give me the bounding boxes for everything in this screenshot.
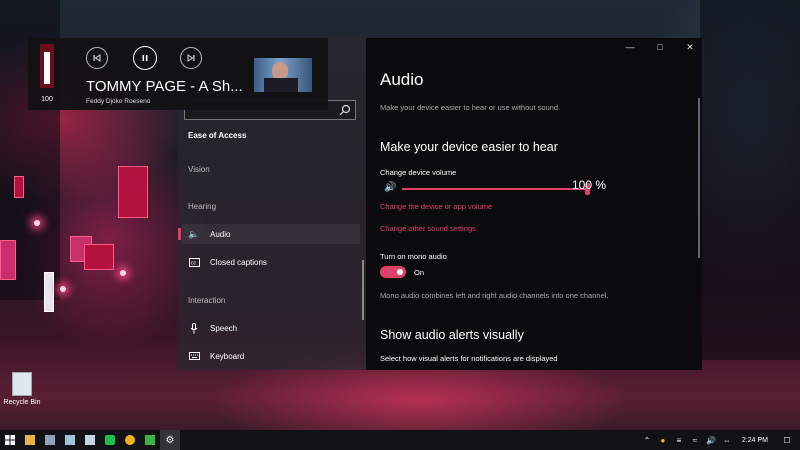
gear-icon: ⚙ xyxy=(165,434,175,446)
document-icon xyxy=(65,435,75,445)
play-pause-button[interactable] xyxy=(133,46,157,70)
nav-group-hearing: Hearing xyxy=(188,202,217,211)
folder-icon xyxy=(25,435,35,445)
mono-audio-label: Turn on mono audio xyxy=(380,252,447,261)
volume-tray-icon[interactable]: 🔊 xyxy=(706,436,716,445)
wallpaper-building xyxy=(700,0,800,360)
nav-section-title: Ease of Access xyxy=(188,131,247,140)
album-art-figure xyxy=(264,78,298,92)
app-taskbar-button[interactable] xyxy=(40,430,60,450)
nav-group-vision: Vision xyxy=(188,165,210,174)
mono-audio-toggle[interactable] xyxy=(380,266,406,278)
volume-value: 100 % xyxy=(572,178,607,192)
settings-content-pane: — □ ✕ Audio Make your device easier to h… xyxy=(366,38,702,370)
app-taskbar-button[interactable] xyxy=(60,430,80,450)
app-taskbar-button[interactable] xyxy=(80,430,100,450)
pause-icon xyxy=(142,55,148,61)
volume-label: Change device volume xyxy=(380,168,457,177)
wallpaper-lamp xyxy=(34,220,40,226)
settings-taskbar-button[interactable]: ⚙ xyxy=(160,430,180,450)
desktop-icon-recycle-bin[interactable]: Recycle Bin xyxy=(2,372,42,406)
nav-item-label: Audio xyxy=(210,229,231,239)
closed-captions-icon: cc xyxy=(188,256,200,268)
wallpaper-sign xyxy=(0,240,16,280)
wallpaper-lamp xyxy=(120,270,126,276)
wallpaper-sign xyxy=(118,166,148,218)
wallpaper-lamp xyxy=(60,286,66,292)
notifications-icon[interactable]: ☐ xyxy=(782,436,792,445)
system-tray: ⌃ ● ≡ ≈ 🔊 ⇔ 2:24 PM ☐ xyxy=(642,430,800,450)
start-button[interactable] xyxy=(0,430,20,450)
app-icon xyxy=(85,435,95,445)
windows-logo-icon xyxy=(5,435,15,445)
emoji-icon[interactable]: ● xyxy=(658,436,668,445)
toggle-knob xyxy=(397,269,403,275)
app-icon xyxy=(145,435,155,445)
volume-slider-fill xyxy=(402,188,588,190)
nav-group-interaction: Interaction xyxy=(188,296,226,305)
app-volume-link[interactable]: Change the device or app volume xyxy=(380,202,492,211)
network-icon[interactable]: ≡ xyxy=(674,436,684,445)
chevron-up-icon[interactable]: ⌃ xyxy=(642,436,652,445)
visual-alerts-label: Select how visual alerts for notificatio… xyxy=(380,354,558,363)
nav-item-closed-captions[interactable]: cc Closed captions xyxy=(182,252,360,272)
wallpaper-sign xyxy=(84,244,114,270)
album-art xyxy=(254,58,312,92)
language-icon[interactable]: ⇔ xyxy=(722,436,732,445)
speaker-icon: 🔈 xyxy=(188,228,200,239)
page-subtitle: Make your device easier to hear or use w… xyxy=(380,103,561,112)
app-icon xyxy=(125,435,135,445)
track-artist: Feddy Djoko Roeseno xyxy=(86,98,151,105)
keyboard-icon xyxy=(188,350,200,362)
app-taskbar-button[interactable] xyxy=(140,430,160,450)
nav-item-label: Closed captions xyxy=(210,257,267,267)
wifi-icon[interactable]: ≈ xyxy=(690,436,700,445)
wallpaper-sign xyxy=(14,176,24,198)
track-title: TOMMY PAGE - A Sh... xyxy=(86,78,243,95)
media-volume-fill xyxy=(44,51,50,84)
media-volume-bar[interactable] xyxy=(40,44,54,88)
desktop-icon-label: Recycle Bin xyxy=(3,399,41,406)
monitor-icon xyxy=(45,435,55,445)
nav-item-keyboard[interactable]: Keyboard xyxy=(182,346,360,366)
next-track-button[interactable] xyxy=(180,47,202,69)
nav-scrollbar[interactable] xyxy=(362,260,364,320)
maximize-button[interactable]: □ xyxy=(654,42,666,53)
section-heading-alerts: Show audio alerts visually xyxy=(380,328,524,342)
nav-item-audio[interactable]: 🔈 Audio xyxy=(178,224,360,244)
speaker-icon: 🔊 xyxy=(384,182,397,193)
page-title: Audio xyxy=(380,70,424,89)
nav-item-label: Keyboard xyxy=(210,351,245,361)
app-taskbar-button[interactable] xyxy=(120,430,140,450)
media-volume-value: 100 xyxy=(41,96,53,103)
section-heading-hear: Make your device easier to hear xyxy=(380,140,558,154)
microphone-icon xyxy=(188,322,200,334)
media-overlay: 100 TOMMY PAGE - A Sh... Feddy Djoko Roe… xyxy=(28,38,328,110)
wallpaper-sign xyxy=(44,272,54,312)
volume-slider[interactable] xyxy=(402,183,590,195)
taskbar-clock[interactable]: 2:24 PM xyxy=(742,437,768,444)
search-icon xyxy=(339,104,351,116)
skip-previous-icon xyxy=(93,54,101,62)
file-explorer-taskbar-button[interactable] xyxy=(20,430,40,450)
nav-item-speech[interactable]: Speech xyxy=(182,318,360,338)
recycle-bin-icon xyxy=(12,372,32,396)
skip-next-icon xyxy=(187,54,195,62)
mono-audio-state: On xyxy=(414,268,425,277)
taskbar: ⚙ ⌃ ● ≡ ≈ 🔊 ⇔ 2:24 PM ☐ xyxy=(0,430,800,450)
content-scrollbar[interactable] xyxy=(698,98,700,258)
minimize-button[interactable]: — xyxy=(624,42,636,53)
svg-text:cc: cc xyxy=(191,260,197,266)
nav-item-label: Speech xyxy=(210,323,238,333)
previous-track-button[interactable] xyxy=(86,47,108,69)
sound-settings-link[interactable]: Change other sound settings xyxy=(380,224,476,233)
close-button[interactable]: ✕ xyxy=(684,42,696,53)
active-indicator xyxy=(178,228,181,240)
chat-icon xyxy=(105,435,115,445)
mono-audio-description: Mono audio combines left and right audio… xyxy=(380,291,609,300)
window-controls: — □ ✕ xyxy=(624,42,696,53)
chat-taskbar-button[interactable] xyxy=(100,430,120,450)
